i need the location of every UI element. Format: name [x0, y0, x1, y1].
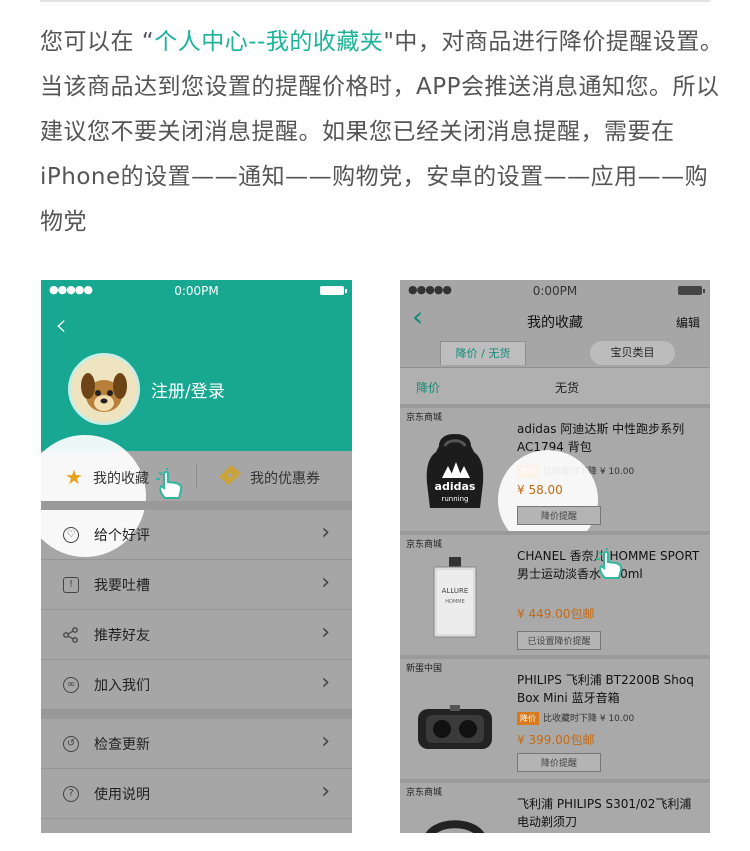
- store-name: 京东商城: [406, 788, 443, 798]
- section-gap: [41, 501, 352, 510]
- list-item[interactable]: 京东商城 ALLURE HOMME CHANEL 香奈儿 HOMME SPORT…: [400, 531, 710, 655]
- intro-paragraph: 您可以在 “个人中心--我的收藏夹"中，对商品进行降价提醒设置。当该商品达到您设…: [40, 20, 724, 245]
- svg-text:ALLURE: ALLURE: [442, 587, 469, 595]
- product-name: PHILIPS 飞利浦 BT2200B Shoq Box Mini 蓝牙音箱: [517, 673, 694, 705]
- list-item[interactable]: 新蛋中国 PHILIPS 飞利浦 BT2200B Shoq Box Mini 蓝…: [400, 655, 710, 779]
- tab-favorites-label: 我的收藏: [93, 471, 149, 487]
- alert-set-button[interactable]: 已设置降价提醒: [517, 631, 601, 650]
- ticket-icon: [216, 464, 242, 491]
- menu-item-label: 加入我们: [94, 678, 150, 694]
- backpack-image: adidas running: [426, 434, 484, 508]
- intro-text-after: "中，对商品进行降价提醒设置。当该商品达到您设置的提醒价格时，APP会推送消息通…: [40, 29, 724, 235]
- svg-text:running: running: [441, 495, 468, 503]
- intro-text-before: 您可以在 “: [40, 29, 155, 55]
- product-name: 飞利浦 PHILIPS S301/02飞利浦电动剃须刀: [517, 797, 692, 829]
- store-name: 京东商城: [406, 413, 443, 423]
- perfume-image: ALLURE HOMME: [433, 557, 477, 638]
- status-bar: ●●●●● 0:00PM: [400, 280, 710, 300]
- menu-item-help[interactable]: ? 使用说明 ›: [41, 769, 352, 819]
- heart-chat-icon: ♡: [63, 527, 79, 543]
- section-gap: [41, 710, 352, 719]
- tab-category[interactable]: 宝贝类目: [590, 341, 675, 365]
- share-icon: [63, 627, 79, 643]
- page-title: 我的收藏: [527, 315, 583, 331]
- dog-avatar-icon: [71, 356, 137, 422]
- avatar[interactable]: [68, 353, 140, 425]
- status-bar: ●●●●● 0:00PM: [41, 280, 352, 300]
- star-icon: ★: [65, 465, 83, 489]
- tab-price-drop[interactable]: 降价 / 无货: [440, 341, 526, 365]
- speaker-image: [418, 705, 492, 749]
- menu-item-label: 推荐好友: [94, 628, 150, 644]
- drop-text: 比收藏时下降 ¥ 10.00: [543, 714, 635, 724]
- intro-highlight: 个人中心--我的收藏夹: [154, 29, 384, 55]
- menu-item-label: 使用说明: [94, 787, 150, 803]
- tab-coupons-label: 我的优惠券: [250, 471, 320, 487]
- shaver-image: [426, 820, 484, 833]
- menu-item-feedback[interactable]: ! 我要吐槽 ›: [41, 560, 352, 610]
- menu-item-share[interactable]: 推荐好友 ›: [41, 610, 352, 660]
- chevron-right-icon: ›: [321, 670, 330, 695]
- list-item[interactable]: 京东商城 adidas running adidas 阿迪达斯 中性跑步系列 A…: [400, 404, 710, 550]
- login-link[interactable]: 注册/登录: [151, 377, 225, 402]
- tap-hand-icon: [596, 548, 623, 579]
- refresh-icon: ↺: [63, 736, 79, 752]
- tab-favorites[interactable]: ★ 我的收藏: [65, 465, 149, 489]
- menu-item-update[interactable]: ↺ 检查更新 ›: [41, 719, 352, 769]
- profile-screen: ●●●●● 0:00PM ‹ 注册/登录 ★ 我的收藏 我的优惠券 ♡ 给个好评…: [41, 280, 352, 833]
- product-price: ¥ 399.00包邮: [517, 733, 595, 747]
- handshake-icon: ∞: [63, 677, 79, 693]
- drop-badge: 降价: [517, 712, 539, 725]
- favorites-screen: ●●●●● 0:00PM ‹ 我的收藏 编辑 降价 / 无货 宝贝类目 降价 无…: [400, 280, 710, 833]
- price-alert-button[interactable]: 降价提醒: [517, 753, 601, 772]
- status-time: 0:00PM: [174, 284, 219, 298]
- edit-button[interactable]: 编辑: [676, 314, 700, 331]
- filter-out-of-stock[interactable]: 无货: [555, 379, 579, 396]
- svg-text:adidas: adidas: [435, 480, 476, 493]
- battery-icon: [320, 286, 347, 295]
- filter-price-drop[interactable]: 降价: [416, 379, 440, 396]
- store-name: 京东商城: [406, 540, 443, 550]
- tab-divider: [196, 464, 197, 488]
- chevron-right-icon: ›: [321, 620, 330, 645]
- chat-icon: !: [63, 577, 79, 593]
- menu-item-label: 给个好评: [94, 528, 150, 544]
- menu-item-label: 检查更新: [94, 737, 150, 753]
- nav-bar: ‹ 我的收藏 编辑: [400, 300, 710, 342]
- menu-item-join[interactable]: ∞ 加入我们 ›: [41, 660, 352, 710]
- tap-hand-icon: [156, 468, 183, 499]
- svg-text:HOMME: HOMME: [445, 599, 464, 605]
- filter-bar: 降价 无货: [400, 367, 710, 404]
- top-divider: [40, 0, 710, 2]
- chevron-right-icon: ›: [321, 779, 330, 804]
- menu-item-label: 我要吐槽: [94, 578, 150, 594]
- product-price: ¥ 449.00包邮: [517, 607, 595, 621]
- status-time: 0:00PM: [532, 284, 578, 298]
- price-drop-info: 降价比收藏时下降 ¥ 10.00: [517, 711, 634, 725]
- price-alert-button[interactable]: 降价提醒: [517, 506, 601, 525]
- menu-item-rate[interactable]: ♡ 给个好评 ›: [41, 510, 352, 560]
- chevron-right-icon: ›: [321, 520, 330, 545]
- back-icon[interactable]: ‹: [55, 308, 67, 343]
- profile-header: ●●●●● 0:00PM ‹ 注册/登录: [41, 280, 352, 451]
- list-item[interactable]: 京东商城 飞利浦 PHILIPS S301/02飞利浦电动剃须刀: [400, 779, 710, 833]
- chevron-right-icon: ›: [321, 570, 330, 595]
- product-price: ¥ 58.00: [517, 483, 563, 497]
- battery-icon: [678, 286, 705, 295]
- chevron-right-icon: ›: [321, 729, 330, 754]
- help-icon: ?: [63, 786, 79, 802]
- tab-coupons[interactable]: 我的优惠券: [219, 465, 320, 488]
- store-name: 新蛋中国: [406, 664, 443, 674]
